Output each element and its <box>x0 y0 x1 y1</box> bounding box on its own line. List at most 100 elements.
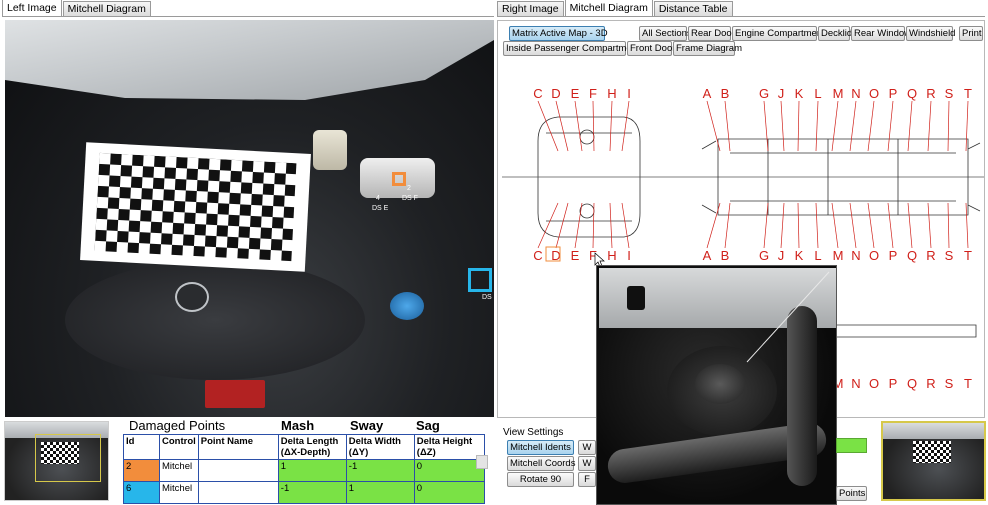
point-letter-t[interactable]: T <box>964 248 972 263</box>
point-letter-o[interactable]: O <box>869 86 879 101</box>
mitchell-idents-button[interactable]: Mitchell Idents <box>507 440 574 455</box>
point-letter-c[interactable]: C <box>533 86 542 101</box>
point-letter-m[interactable]: M <box>833 248 844 263</box>
leader-line <box>592 202 595 249</box>
view-option-w1-button[interactable]: W <box>578 440 596 455</box>
left-tabstrip: Left Image Mitchell Diagram <box>2 0 494 17</box>
col-control[interactable]: Control <box>159 434 199 460</box>
point-2-marker[interactable] <box>392 172 406 186</box>
point-letter-l[interactable]: L <box>814 248 821 263</box>
rear-point-letters[interactable]: AABBGGJJKKLLMMNNOOPPQQRRSSTT <box>703 86 972 263</box>
tab-left-mitchell-diagram[interactable]: Mitchell Diagram <box>62 1 151 16</box>
hood-underside <box>5 20 494 100</box>
point-letter-s[interactable]: S <box>945 86 954 101</box>
leader-line <box>815 202 819 249</box>
col-delta-width[interactable]: Delta Width (ΔY) <box>345 434 415 460</box>
col-id[interactable]: Id <box>123 434 160 460</box>
point-letter-r[interactable]: R <box>926 248 935 263</box>
thumb-viewport-box[interactable] <box>35 434 101 482</box>
mitchell-coords-button[interactable]: Mitchell Coords <box>507 456 575 471</box>
table-header-row: Id Control Point Name Delta Length (ΔX-De… <box>123 434 485 460</box>
point-6-sublabel: DS <box>482 294 492 301</box>
point-letter-e[interactable]: E <box>571 248 580 263</box>
point-letter-g[interactable]: G <box>759 248 769 263</box>
leader-line <box>609 202 613 249</box>
leader-line <box>927 100 932 152</box>
point-letter-r[interactable]: R <box>926 376 935 391</box>
col-point-name[interactable]: Point Name <box>197 434 279 460</box>
point-letter-c[interactable]: C <box>533 248 542 263</box>
view-option-f-button[interactable]: F <box>578 472 596 487</box>
leader-line <box>947 100 950 152</box>
point-letter-a[interactable]: A <box>703 248 712 263</box>
delta-length-label: Delta Length <box>280 436 339 447</box>
point-letter-d[interactable]: D <box>551 86 560 101</box>
coolant-reservoir <box>313 130 347 170</box>
left-image-thumbnail[interactable] <box>4 421 109 501</box>
damaged-points-panel: Damaged Points Mash Sway Sag Id Control … <box>118 418 490 505</box>
tab-distance-table[interactable]: Distance Table <box>653 1 733 16</box>
point-letter-h[interactable]: H <box>607 248 616 263</box>
point-letter-a[interactable]: A <box>703 86 712 101</box>
col-delta-length[interactable]: Delta Length (ΔX-Depth) <box>277 434 347 460</box>
point-letter-k[interactable]: K <box>795 86 804 101</box>
tab-right-mitchell-diagram[interactable]: Mitchell Diagram <box>564 0 653 16</box>
point-6-marker[interactable] <box>468 268 492 292</box>
point-letter-q[interactable]: Q <box>907 86 917 101</box>
point-letter-t[interactable]: T <box>964 376 972 391</box>
row-control: Mitchel <box>159 481 199 504</box>
view-option-w2-button[interactable]: W <box>578 456 596 471</box>
leader-lines <box>537 100 969 249</box>
point-letter-o[interactable]: O <box>869 376 879 391</box>
point-letter-p[interactable]: P <box>889 376 898 391</box>
lower-point-letters[interactable]: MNOPQRST <box>833 376 972 391</box>
engine-bay-photo[interactable]: 2 DS F 4 DS E DS <box>5 20 494 417</box>
mash-header: Mash <box>281 418 315 433</box>
point-letter-g[interactable]: G <box>759 86 769 101</box>
point-letter-k[interactable]: K <box>795 248 804 263</box>
sag-header: Sag <box>416 418 440 433</box>
point-letter-r[interactable]: R <box>926 86 935 101</box>
front-point-letters[interactable]: CCDDEEFFHHII <box>533 86 631 263</box>
point-4-label: 4 <box>376 195 380 202</box>
delta-width-sub: (ΔY) <box>348 447 369 458</box>
points-button[interactable]: Points <box>836 486 867 501</box>
row-point-name[interactable] <box>197 459 279 482</box>
point-letter-j[interactable]: J <box>778 248 785 263</box>
point-letter-m[interactable]: M <box>833 86 844 101</box>
point-letter-q[interactable]: Q <box>907 248 917 263</box>
table-scrollbar[interactable] <box>476 455 488 469</box>
point-letter-n[interactable]: N <box>851 86 860 101</box>
point-letter-o[interactable]: O <box>869 248 879 263</box>
leader-line <box>887 202 894 249</box>
table-row[interactable]: 6 Mitchel -1 1 0 <box>123 481 485 504</box>
point-letter-b[interactable]: B <box>721 86 730 101</box>
tab-left-image[interactable]: Left Image <box>2 0 62 16</box>
point-letter-i[interactable]: I <box>627 86 631 101</box>
point-letter-b[interactable]: B <box>721 248 730 263</box>
leader-line <box>555 202 569 249</box>
point-letter-j[interactable]: J <box>778 86 785 101</box>
point-letter-n[interactable]: N <box>851 376 860 391</box>
point-letter-l[interactable]: L <box>814 86 821 101</box>
tab-right-image[interactable]: Right Image <box>497 1 564 16</box>
leader-line <box>867 100 875 152</box>
col-delta-height[interactable]: Delta Height (ΔZ) <box>413 434 485 460</box>
point-letter-s[interactable]: S <box>945 376 954 391</box>
point-letter-h[interactable]: H <box>607 86 616 101</box>
point-letter-s[interactable]: S <box>945 248 954 263</box>
point-letter-i[interactable]: I <box>627 248 631 263</box>
right-image-thumbnail[interactable] <box>881 421 986 501</box>
point-letter-p[interactable]: P <box>889 86 898 101</box>
point-letter-e[interactable]: E <box>571 86 580 101</box>
point-letter-p[interactable]: P <box>889 248 898 263</box>
leader-line <box>947 202 950 249</box>
calibration-checkerboard <box>80 142 311 272</box>
row-point-name[interactable] <box>197 481 279 504</box>
table-row[interactable]: 2 Mitchel 1 -1 0 <box>123 459 485 482</box>
rotate-90-button[interactable]: Rotate 90 <box>507 472 574 487</box>
point-letter-t[interactable]: T <box>964 86 972 101</box>
point-letter-q[interactable]: Q <box>907 376 917 391</box>
point-letter-f[interactable]: F <box>589 86 597 101</box>
point-letter-n[interactable]: N <box>851 248 860 263</box>
